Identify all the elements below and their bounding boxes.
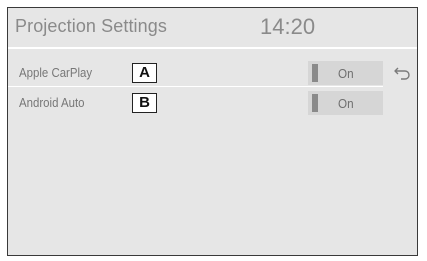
callout-label: B (132, 93, 157, 113)
apple-carplay-toggle[interactable]: On (308, 61, 383, 85)
setting-row-apple-carplay: Apple CarPlay A On (8, 58, 417, 87)
toggle-value: On (338, 66, 354, 81)
head-unit-screen: Projection Settings 14:20 Apple CarPlay … (7, 7, 418, 256)
setting-label: Android Auto (19, 95, 85, 110)
header-divider (8, 47, 417, 49)
screen-title: Projection Settings (15, 16, 167, 36)
android-auto-toggle[interactable]: On (308, 91, 383, 115)
setting-row-android-auto: Android Auto B On (8, 88, 417, 117)
clock: 14:20 (260, 14, 316, 39)
toggle-indicator (312, 64, 318, 82)
toggle-value: On (338, 96, 354, 111)
toggle-indicator (312, 94, 318, 112)
row-divider (8, 86, 383, 87)
callout-label: A (132, 63, 157, 83)
setting-label: Apple CarPlay (19, 65, 93, 80)
